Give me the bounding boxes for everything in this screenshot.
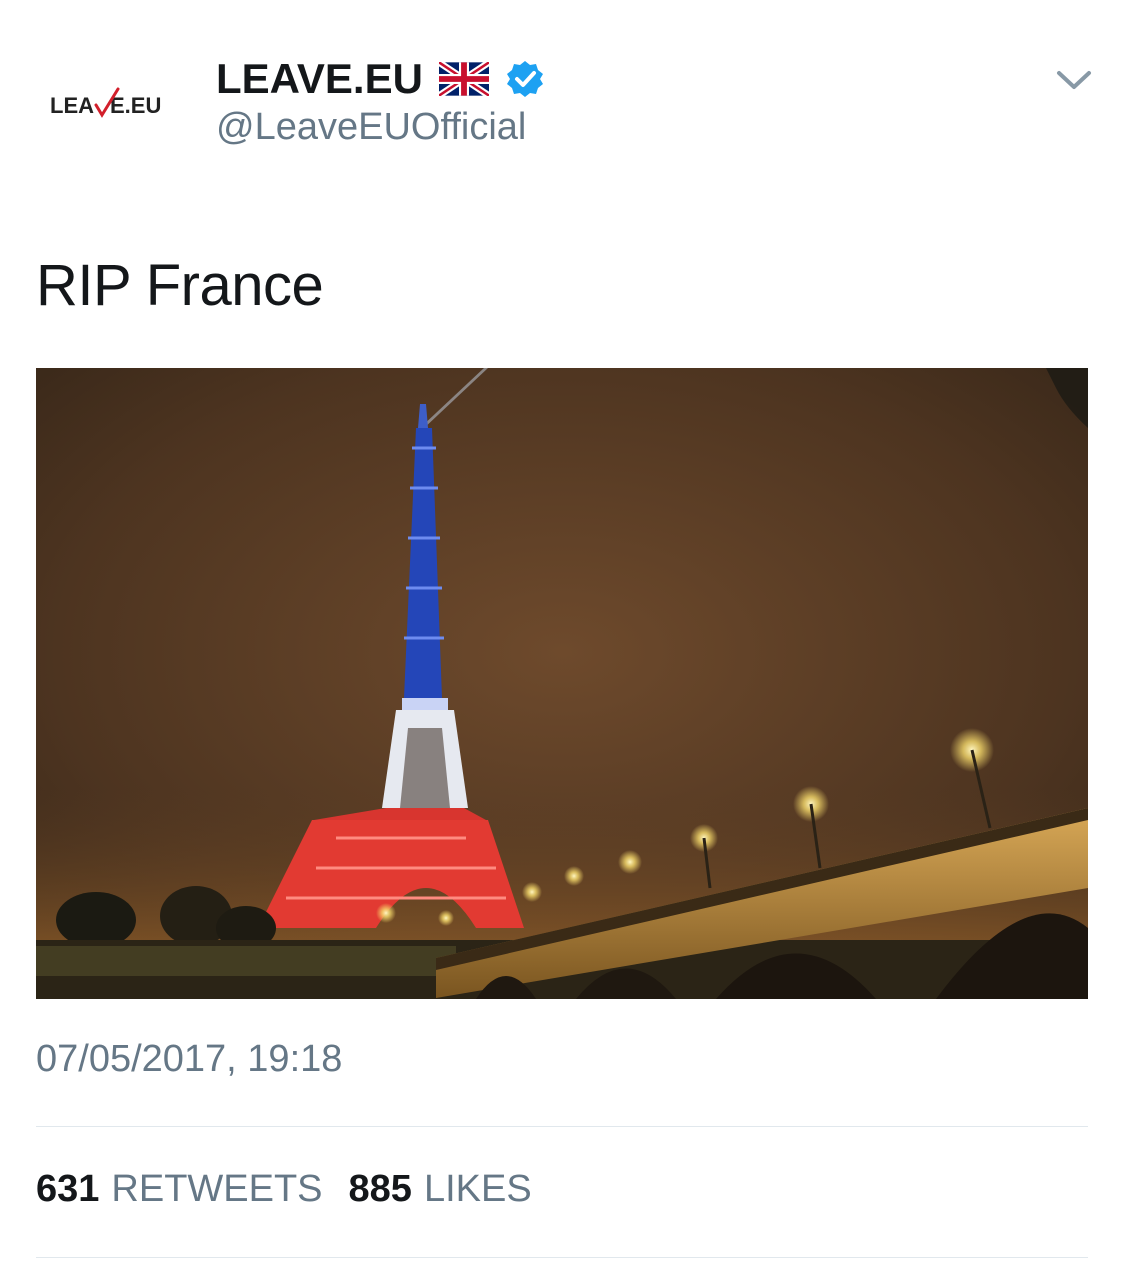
divider (36, 1257, 1088, 1258)
likes-count: 885 (348, 1168, 412, 1210)
svg-text:LEA: LEA (50, 93, 94, 118)
tweet-timestamp: 07/05/2017, 19:18 (36, 1038, 343, 1080)
tweet-photo[interactable] (36, 368, 1088, 999)
chevron-down-icon (1057, 71, 1091, 89)
svg-text:E.EU: E.EU (110, 93, 161, 118)
retweets-count: 631 (36, 1168, 100, 1210)
display-name[interactable]: LEAVE.EU (216, 55, 423, 103)
likes-label: LIKES (423, 1168, 532, 1210)
likes-stat[interactable]: 885 LIKES (349, 1168, 532, 1211)
engagement-stats: 631 RETWEETS 885 LIKES (36, 1168, 532, 1211)
avatar[interactable]: LEA E.EU (40, 58, 180, 148)
leave-eu-logo: LEA E.EU (50, 87, 161, 118)
union-jack-flag-icon (438, 62, 489, 96)
retweets-label: RETWEETS (111, 1168, 323, 1210)
more-options-button[interactable] (1050, 60, 1098, 100)
divider (36, 1126, 1088, 1127)
verified-badge-icon (506, 61, 543, 97)
tweet-text: RIP France (36, 253, 324, 318)
author-name-row: LEAVE.EU (216, 52, 545, 106)
retweets-stat[interactable]: 631 RETWEETS (36, 1168, 323, 1211)
author-handle[interactable]: @LeaveEUOfficial (216, 106, 526, 149)
tweet-detail: LEA E.EU LEAVE.EU @LeaveEUOfficial RIP F… (0, 0, 1124, 1266)
